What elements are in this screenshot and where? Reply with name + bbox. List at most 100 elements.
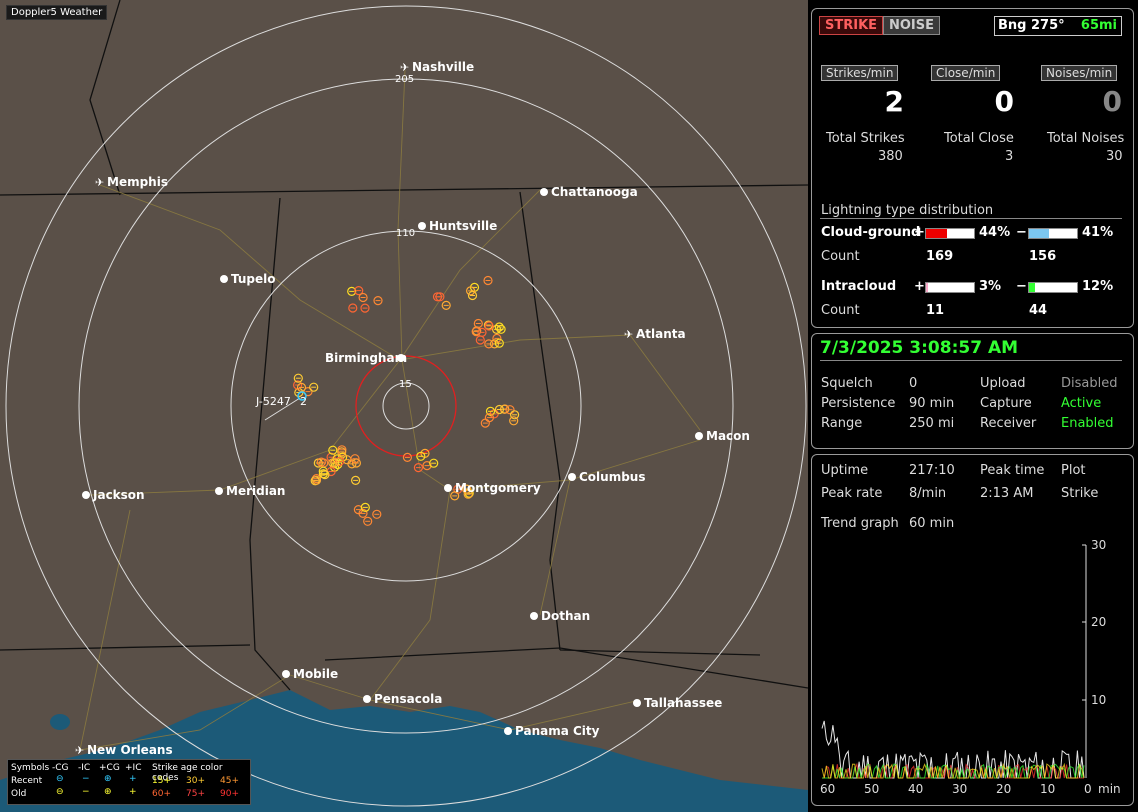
airport-icon: ✈ (75, 744, 84, 757)
close-per-min-header[interactable]: Close/min (931, 65, 1001, 81)
city-dot (363, 695, 371, 703)
ic-negative-pct: 12% (1082, 279, 1114, 294)
legend-age-45: 45+ (220, 776, 239, 786)
legend-recent-ic-pos-symbol: + (129, 774, 137, 784)
distribution-divider (820, 218, 1122, 219)
lightning-map[interactable]: 205 110 15 ✈ Nashville ✈ Memphis Chattanooga Hu… (0, 0, 808, 812)
capture-value: Active (1061, 396, 1102, 411)
cg-plus-sign: + (914, 225, 925, 240)
plot-label: Plot (1061, 463, 1086, 478)
counters-panel: STRIKE NOISE Bng 275° 65mi Strikes/min C… (811, 8, 1134, 328)
cg-negative-pct: 41% (1082, 225, 1114, 240)
trend-line (821, 720, 1085, 779)
strikes-per-min-header[interactable]: Strikes/min (821, 65, 899, 81)
ic-negative-bar (1028, 282, 1078, 293)
receiver-value: Enabled (1061, 416, 1114, 431)
trend-x-label: 40 (908, 782, 923, 796)
city-dot (540, 188, 548, 196)
legend-cg-pos: +CG (99, 763, 120, 773)
total-close-value: 3 (1005, 149, 1014, 164)
legend-old-label: Old (11, 789, 27, 799)
cg-negative-bar (1028, 228, 1078, 239)
receiver-label: Receiver (980, 416, 1037, 431)
trend-x-label: 30 (952, 782, 967, 796)
trend-x-label: 60 (820, 782, 835, 796)
capture-label: Capture (980, 396, 1032, 411)
intracloud-label: Intracloud (821, 279, 897, 294)
legend-recent-label: Recent (11, 776, 43, 786)
city-label-columbus: Columbus (579, 470, 646, 484)
legend-recent-ic-neg-symbol: − (82, 774, 90, 784)
city-dot (568, 473, 576, 481)
ic-positive-count: 11 (926, 303, 945, 318)
stats-panel: Uptime 217:10 Peak time Plot Peak rate 8… (811, 454, 1134, 806)
total-close-label: Total Close (944, 131, 1014, 146)
city-label-memphis: Memphis (107, 175, 168, 189)
city-label-mobile: Mobile (293, 667, 338, 681)
trend-y-label: 30 (1091, 538, 1106, 552)
city-dot (215, 487, 223, 495)
ring-label-110: 110 (396, 228, 415, 239)
window-title: Doppler5 Weather (6, 5, 108, 20)
trend-x-label: 0 (1084, 782, 1092, 796)
airport-icon: ✈ (400, 61, 409, 74)
trend-y-label: 10 (1091, 693, 1106, 707)
distribution-title: Lightning type distribution (821, 203, 994, 218)
city-label-dothan: Dothan (541, 609, 590, 623)
total-strikes-value: 380 (878, 149, 903, 164)
ic-plus-sign: + (914, 279, 925, 294)
ring-label-15: 15 (399, 379, 412, 390)
city-dot (504, 727, 512, 735)
city-label-nashville: Nashville (412, 60, 474, 74)
city-label-tallahassee: Tallahassee (644, 696, 722, 710)
trend-x-label: 50 (864, 782, 879, 796)
range-value: 250 mi (909, 416, 955, 431)
legend-old-cg-neg-symbol: ⊖ (56, 787, 64, 797)
bearing-value: Bng 275° (998, 18, 1065, 33)
persistence-value: 90 min (909, 396, 955, 411)
cg-positive-count: 169 (926, 249, 954, 264)
city-label-atlanta: Atlanta (636, 327, 686, 341)
strikes-per-min-value: 2 (884, 85, 904, 118)
upload-value: Disabled (1061, 376, 1118, 391)
legend-symbols-label: Symbols (11, 763, 50, 773)
plot-value[interactable]: Strike (1061, 486, 1098, 501)
legend-age-90: 90+ (220, 789, 239, 799)
noises-per-min-header[interactable]: Noises/min (1041, 65, 1118, 81)
city-label-meridian: Meridian (226, 484, 285, 498)
city-dot (282, 670, 290, 678)
ic-positive-pct: 3% (979, 279, 1002, 294)
city-dot (633, 699, 641, 707)
city-dot (695, 432, 703, 440)
ic-minus-sign: − (1016, 279, 1027, 294)
city-dot (530, 612, 538, 620)
map-canvas[interactable]: 20511015 ✈ Nashville✈ MemphisChattanoogaHu… (0, 0, 808, 812)
strike-button[interactable]: STRIKE (819, 16, 884, 35)
legend-recent-cg-pos-symbol: ⊕ (104, 774, 112, 784)
trend-axis-labels: 30 20 10 60 50 40 30 20 10 0 min (820, 538, 1121, 796)
trend-x-label: 20 (996, 782, 1011, 796)
legend-recent-cg-neg-symbol: ⊖ (56, 774, 64, 784)
city-label-tupelo: Tupelo (231, 272, 276, 286)
legend-ic-neg: -IC (78, 763, 91, 773)
peak-rate-value: 8/min (909, 486, 947, 501)
noise-button[interactable]: NOISE (883, 16, 941, 35)
tag-label: J-5247 (255, 395, 291, 408)
trend-y-label: 20 (1091, 615, 1106, 629)
squelch-label: Squelch (821, 376, 873, 391)
ic-count-label: Count (821, 303, 860, 318)
status-panel: 7/3/2025 3:08:57 AM Squelch 0 Upload Dis… (811, 333, 1134, 449)
bearing-display: Bng 275° 65mi (994, 16, 1122, 36)
close-per-min-value: 0 (994, 85, 1014, 118)
persistence-label: Persistence (821, 396, 896, 411)
city-dot (444, 484, 452, 492)
uptime-value: 217:10 (909, 463, 955, 478)
city-label-new-orleans: New Orleans (87, 743, 173, 757)
city-label-birmingham: Birmingham (325, 351, 407, 365)
legend-age-15: 15+ (152, 776, 171, 786)
city-dot (220, 275, 228, 283)
trend-graph: 30 20 10 60 50 40 30 20 10 0 min (820, 538, 1121, 796)
cg-positive-bar (925, 228, 975, 239)
legend-age-60: 60+ (152, 789, 171, 799)
airport-icon: ✈ (624, 328, 633, 341)
